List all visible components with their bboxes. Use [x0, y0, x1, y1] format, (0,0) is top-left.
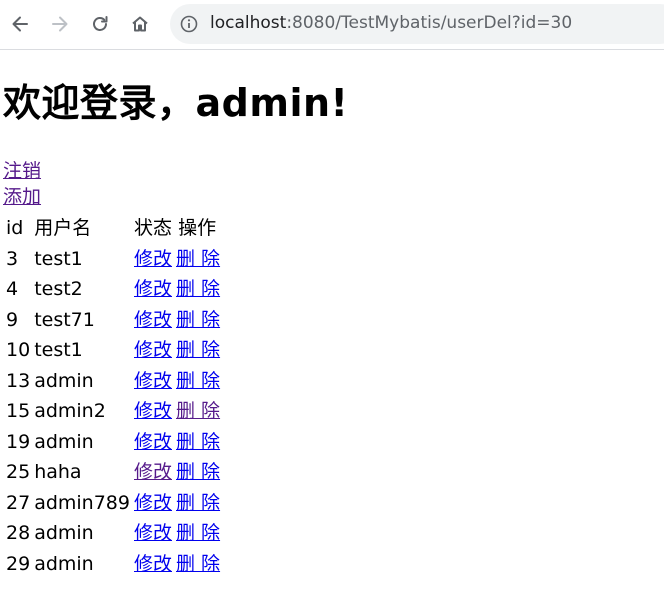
table-row: 28 admin 修改删 除 — [5, 519, 221, 548]
edit-link[interactable]: 修改 — [134, 400, 172, 422]
delete-link[interactable]: 删 除 — [176, 248, 220, 270]
delete-link[interactable]: 删 除 — [176, 492, 220, 514]
cell-id: 27 — [6, 491, 31, 514]
logout-link[interactable]: 注销 — [3, 159, 41, 183]
cell-username: admin789 — [34, 491, 130, 514]
info-icon[interactable] — [180, 15, 198, 33]
reload-icon — [93, 16, 108, 31]
table-row: 10 test1 修改删 除 — [5, 336, 221, 365]
delete-link[interactable]: 删 除 — [176, 400, 220, 422]
cell-id: 28 — [6, 522, 31, 545]
add-user-link[interactable]: 添加 — [3, 185, 41, 209]
delete-link[interactable]: 删 除 — [176, 309, 220, 331]
delete-link[interactable]: 删 除 — [176, 553, 220, 575]
forward-button[interactable] — [45, 9, 75, 39]
user-table-body: 3 test1 修改删 除 4 test2 修改删 除 9 test71 修改删 除 10 test… — [5, 245, 221, 579]
delete-link[interactable]: 删 除 — [176, 522, 220, 544]
cell-username: admin — [34, 369, 94, 392]
header-username: 用户名 — [34, 217, 92, 240]
cell-username: test1 — [34, 247, 83, 270]
cell-actions: 修改删 除 — [133, 519, 221, 548]
cell-id: 19 — [6, 430, 31, 453]
cell-id: 15 — [6, 400, 31, 423]
cell-actions: 修改删 除 — [133, 275, 221, 304]
home-icon — [132, 16, 148, 32]
header-status: 状态 操作 — [133, 214, 221, 243]
cell-username: admin2 — [34, 400, 106, 423]
back-button[interactable] — [5, 9, 35, 39]
cell-actions: 修改删 除 — [133, 428, 221, 457]
page-content: 欢迎登录，admin! 注销 添加 id 用户名 状态 操作 3 test1 修改删… — [0, 50, 664, 609]
arrow-left-icon — [12, 16, 28, 32]
cell-id: 10 — [6, 339, 31, 362]
cell-actions: 修改删 除 — [133, 458, 221, 487]
page-title: 欢迎登录，admin! — [3, 81, 349, 125]
cell-username: test1 — [34, 339, 83, 362]
cell-id: 29 — [6, 552, 31, 575]
table-row: 19 admin 修改删 除 — [5, 428, 221, 457]
table-row: 29 admin 修改删 除 — [5, 550, 221, 579]
edit-link[interactable]: 修改 — [134, 339, 172, 361]
edit-link[interactable]: 修改 — [134, 431, 172, 453]
reload-button[interactable] — [85, 9, 115, 39]
delete-link[interactable]: 删 除 — [176, 370, 220, 392]
edit-link[interactable]: 修改 — [134, 370, 172, 392]
header-action-label: 操作 — [178, 217, 217, 240]
table-row: 4 test2 修改删 除 — [5, 275, 221, 304]
header-id: id — [6, 217, 24, 240]
edit-link[interactable]: 修改 — [134, 553, 172, 575]
arrow-right-icon — [52, 16, 68, 32]
cell-actions: 修改删 除 — [133, 306, 221, 335]
cell-id: 3 — [6, 247, 19, 270]
browser-toolbar: localhost:8080/TestMybatis/userDel?id=30 — [0, 0, 664, 50]
cell-username: admin — [34, 430, 94, 453]
cell-username: admin — [34, 552, 94, 575]
cell-id: 9 — [6, 308, 19, 331]
delete-link[interactable]: 删 除 — [176, 431, 220, 453]
table-row: 25 haha 修改删 除 — [5, 458, 221, 487]
cell-username: test2 — [34, 278, 83, 301]
cell-actions: 修改删 除 — [133, 550, 221, 579]
table-row: 9 test71 修改删 除 — [5, 306, 221, 335]
cell-username: admin — [34, 522, 94, 545]
url-host: localhost — [210, 13, 287, 33]
cell-username: test71 — [34, 308, 95, 331]
table-row: 27 admin789 修改删 除 — [5, 489, 221, 518]
home-button[interactable] — [125, 9, 155, 39]
cell-id: 13 — [6, 369, 31, 392]
cell-actions: 修改删 除 — [133, 489, 221, 518]
header-status-label: 状态 — [134, 217, 173, 240]
delete-link[interactable]: 删 除 — [176, 278, 220, 300]
edit-link[interactable]: 修改 — [134, 522, 172, 544]
delete-link[interactable]: 删 除 — [176, 461, 220, 483]
edit-link[interactable]: 修改 — [134, 461, 172, 483]
url-path: :8080/TestMybatis/userDel?id=30 — [286, 13, 573, 33]
table-row: 13 admin 修改删 除 — [5, 367, 221, 396]
edit-link[interactable]: 修改 — [134, 248, 172, 270]
cell-id: 4 — [6, 278, 19, 301]
table-row: 3 test1 修改删 除 — [5, 245, 221, 274]
cell-actions: 修改删 除 — [133, 245, 221, 274]
address-bar[interactable]: localhost:8080/TestMybatis/userDel?id=30 — [170, 4, 664, 44]
delete-link[interactable]: 删 除 — [176, 339, 220, 361]
url-text: localhost:8080/TestMybatis/userDel?id=30 — [210, 13, 572, 33]
edit-link[interactable]: 修改 — [134, 492, 172, 514]
table-row: 15 admin2 修改删 除 — [5, 397, 221, 426]
edit-link[interactable]: 修改 — [134, 278, 172, 300]
cell-actions: 修改删 除 — [133, 367, 221, 396]
cell-actions: 修改删 除 — [133, 336, 221, 365]
cell-id: 25 — [6, 461, 31, 484]
edit-link[interactable]: 修改 — [134, 309, 172, 331]
user-table: id 用户名 状态 操作 3 test1 修改删 除 4 test2 修改删 除 9 test… — [3, 212, 223, 580]
table-header-row: id 用户名 状态 操作 — [5, 214, 221, 243]
cell-username: haha — [34, 461, 82, 484]
cell-actions: 修改删 除 — [133, 397, 221, 426]
